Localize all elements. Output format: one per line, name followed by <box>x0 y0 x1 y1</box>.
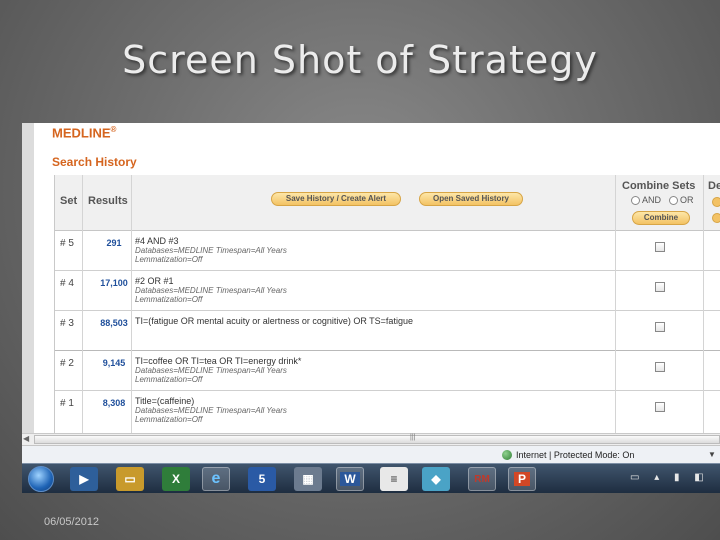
table-row: # 2 9,145 TI=coffee OR TI=tea OR TI=ener… <box>55 351 720 391</box>
query-meta: Databases=MEDLINE Timespan=All Years <box>135 406 287 415</box>
combine-sets-header: Combine Sets <box>622 180 696 192</box>
col-results-header: Results <box>88 195 128 207</box>
combine-checkbox[interactable] <box>655 402 665 412</box>
table-row: # 1 8,308 Title=(caffeine) Databases=MED… <box>55 391 720 433</box>
table-row: # 4 17,100 #2 OR #1 Databases=MEDLINE Ti… <box>55 271 720 311</box>
powerpoint-icon[interactable]: P <box>508 467 536 491</box>
left-frame-strip <box>22 123 34 433</box>
combine-checkbox[interactable] <box>655 242 665 252</box>
and-label: AND <box>642 195 662 205</box>
word-icon[interactable]: W <box>336 467 364 491</box>
table-header: Set Results Save History / Create Alert … <box>55 175 720 231</box>
slide-title: Screen Shot of Strategy <box>122 38 598 82</box>
excel-icon[interactable]: X <box>162 467 190 491</box>
slide-date: 06/05/2012 <box>44 516 100 528</box>
media-player-icon[interactable]: ▶ <box>70 467 98 491</box>
combine-button[interactable]: Combine <box>632 211 690 225</box>
header-divider <box>615 175 616 231</box>
column-divider <box>615 231 616 433</box>
browser-content: MEDLINE® Search History Set Results Save… <box>22 123 720 433</box>
scroll-left-icon[interactable]: ◀ <box>23 434 29 443</box>
notes-icon[interactable]: ◆ <box>422 467 450 491</box>
query-meta: Databases=MEDLINE Timespan=All Years <box>135 366 287 375</box>
query-meta: Databases=MEDLINE Timespan=All Years <box>135 286 287 295</box>
set-number: # 3 <box>60 318 74 329</box>
query-cell: #4 AND #3 Databases=MEDLINE Timespan=All… <box>135 236 287 264</box>
zoom-dropdown-icon[interactable]: ▼ <box>708 450 716 459</box>
scrollbar-grip-icon: ||| <box>410 434 416 441</box>
query-cell: Title=(caffeine) Databases=MEDLINE Times… <box>135 396 287 424</box>
scrollbar-thumb[interactable] <box>34 435 720 444</box>
system-tray[interactable]: ▭ ▴ ▮ ◧ <box>630 472 710 483</box>
query-meta: Lemmatization=Off <box>135 295 203 304</box>
query-meta: Lemmatization=Off <box>135 375 203 384</box>
save-history-button[interactable]: Save History / Create Alert <box>271 192 401 206</box>
combine-checkbox[interactable] <box>655 322 665 332</box>
set-number: # 2 <box>60 358 74 369</box>
set-number: # 1 <box>60 398 74 409</box>
column-divider <box>131 231 132 433</box>
horizontal-scrollbar[interactable]: ◀ ||| <box>22 433 720 445</box>
notepad-icon[interactable]: ≡ <box>380 467 408 491</box>
delete-sets-header: De <box>708 180 720 192</box>
set-number: # 5 <box>60 238 74 249</box>
combine-operator-options: AND OR <box>631 195 694 205</box>
or-radio[interactable] <box>669 195 679 205</box>
app-5-icon[interactable]: 5 <box>248 467 276 491</box>
delete-select-icon[interactable] <box>712 213 720 223</box>
header-divider <box>82 175 83 231</box>
medline-logo: MEDLINE® <box>52 125 116 140</box>
calculator-icon[interactable]: ▦ <box>294 467 322 491</box>
search-history-heading: Search History <box>52 155 137 169</box>
folder-icon[interactable]: ▭ <box>116 467 144 491</box>
column-divider <box>703 231 704 433</box>
screenshot: MEDLINE® Search History Set Results Save… <box>22 123 720 493</box>
set-number: # 4 <box>60 278 74 289</box>
search-history-table: Set Results Save History / Create Alert … <box>54 175 720 433</box>
windows-taskbar: ▶ ▭ X e 5 ▦ W ≡ ◆ RM P ▭ ▴ ▮ ◧ <box>22 463 720 493</box>
start-button-icon[interactable] <box>28 466 54 492</box>
header-divider <box>131 175 132 231</box>
brand-mark: ® <box>110 125 117 134</box>
combine-checkbox[interactable] <box>655 362 665 372</box>
internet-globe-icon <box>502 450 512 460</box>
query-cell: TI=coffee OR TI=tea OR TI=energy drink* … <box>135 356 301 384</box>
query-meta: Lemmatization=Off <box>135 255 203 264</box>
status-bar: Internet | Protected Mode: On ▼ <box>22 445 720 463</box>
zone-status[interactable]: Internet | Protected Mode: On <box>502 450 634 460</box>
open-saved-history-button[interactable]: Open Saved History <box>419 192 523 206</box>
protected-mode-text: Internet | Protected Mode: On <box>516 450 635 460</box>
and-radio[interactable] <box>631 195 640 205</box>
query-text: #4 AND #3 <box>135 236 179 246</box>
delete-select-icon[interactable] <box>712 197 720 207</box>
internet-explorer-icon[interactable]: e <box>202 467 230 491</box>
query-cell: TI=(fatigue OR mental acuity or alertnes… <box>135 316 413 326</box>
query-text: #2 OR #1 <box>135 276 174 286</box>
reference-manager-icon[interactable]: RM <box>468 467 496 491</box>
query-text: TI=(fatigue OR mental acuity or alertnes… <box>135 316 413 326</box>
or-label: OR <box>680 195 694 205</box>
query-text: Title=(caffeine) <box>135 396 195 406</box>
query-meta: Lemmatization=Off <box>135 415 203 424</box>
query-meta: Databases=MEDLINE Timespan=All Years <box>135 246 287 255</box>
query-text: TI=coffee OR TI=tea OR TI=energy drink* <box>135 356 302 366</box>
combine-checkbox[interactable] <box>655 282 665 292</box>
col-set-header: Set <box>60 195 78 207</box>
table-row: # 3 88,503 TI=(fatigue OR mental acuity … <box>55 311 720 351</box>
header-divider <box>703 175 704 231</box>
query-cell: #2 OR #1 Databases=MEDLINE Timespan=All … <box>135 276 287 304</box>
column-divider <box>82 231 83 433</box>
table-row: # 5 291 #4 AND #3 Databases=MEDLINE Time… <box>55 231 720 271</box>
brand-text: MEDLINE <box>52 125 111 141</box>
